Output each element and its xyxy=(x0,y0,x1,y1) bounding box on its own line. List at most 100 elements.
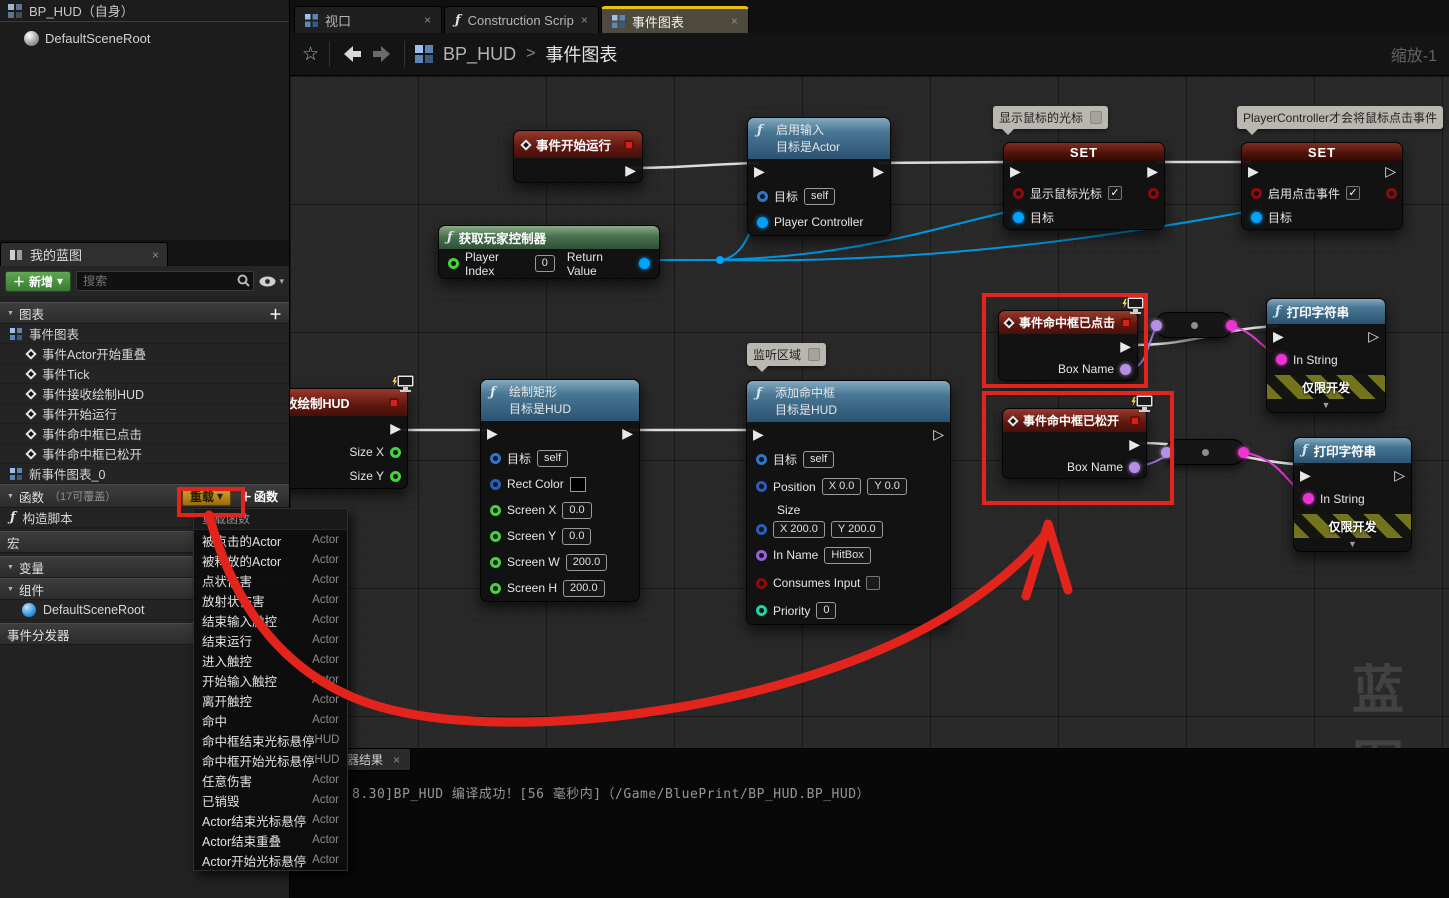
menu-item[interactable]: 被释放的ActorActor xyxy=(194,550,347,570)
menu-item[interactable]: 进入触控Actor xyxy=(194,650,347,670)
target-pin[interactable] xyxy=(1251,212,1262,223)
in-string-pin[interactable] xyxy=(1276,354,1287,365)
screen-x-value[interactable]: 0.0 xyxy=(562,502,591,519)
size-x-pin[interactable] xyxy=(390,447,401,458)
menu-item[interactable]: 命中框结束光标悬停HUD xyxy=(194,730,347,750)
return-value-pin[interactable] xyxy=(639,258,650,269)
exec-in-pin[interactable]: ▶ xyxy=(753,427,764,441)
comment-pin-icon[interactable] xyxy=(1090,111,1102,124)
close-icon[interactable]: × xyxy=(731,14,738,28)
tab-construction-script[interactable]: ƒ Construction Scrip × xyxy=(444,6,599,33)
exec-out-pin[interactable]: ▷ xyxy=(1368,329,1379,343)
expand-arrow-icon[interactable]: ▼ xyxy=(1267,399,1385,412)
exec-in-pin[interactable]: ▶ xyxy=(1010,164,1021,178)
exec-out-pin[interactable]: ▶ xyxy=(1129,437,1140,451)
target-pin[interactable] xyxy=(757,191,768,202)
screen-h-pin[interactable] xyxy=(490,583,501,594)
tab-event-graph[interactable]: 事件图表 × xyxy=(601,6,749,33)
exec-in-pin[interactable]: ▶ xyxy=(487,426,498,440)
target-pin[interactable] xyxy=(1013,212,1024,223)
close-icon[interactable]: × xyxy=(393,753,400,767)
node-print-string-1[interactable]: ƒ 打印字符串 ▶ ▷ In String 仅限开发 ▼ xyxy=(1266,298,1386,413)
node-event-hit-box-click[interactable]: 事件命中框已点击 ▶ Box Name xyxy=(998,310,1138,381)
menu-item[interactable]: 放射状伤害Actor xyxy=(194,590,347,610)
target-pin[interactable] xyxy=(490,453,501,464)
string-out-pin[interactable] xyxy=(1226,320,1237,331)
close-icon[interactable]: × xyxy=(424,13,431,27)
size-x-value[interactable]: X 200.0 xyxy=(773,521,825,538)
tree-event-item[interactable]: 事件开始运行 xyxy=(0,404,289,424)
node-event-begin-play[interactable]: 事件开始运行 ▶ xyxy=(513,130,643,183)
exec-out-pin[interactable]: ▷ xyxy=(1394,468,1405,482)
tree-new-graph[interactable]: 新事件图表_0 xyxy=(0,464,289,484)
screen-w-value[interactable]: 200.0 xyxy=(566,554,608,571)
event-graph-canvas[interactable]: 蓝图 显示鼠标的光标 PlayerController才会将鼠标点击事件 监听区… xyxy=(290,76,1449,898)
priority-value[interactable]: 0 xyxy=(816,602,836,619)
exec-out-pin[interactable]: ▷ xyxy=(1385,164,1396,178)
screen-h-value[interactable]: 200.0 xyxy=(563,580,605,597)
node-name-to-string[interactable] xyxy=(1155,312,1233,338)
color-swatch[interactable] xyxy=(570,477,586,492)
add-new-button[interactable]: ＋ 新增 ▾ xyxy=(5,271,71,292)
expand-arrow-icon[interactable]: ▼ xyxy=(1294,538,1411,551)
node-add-hit-box[interactable]: ƒ 添加命中框 目标是HUD ▶ ▷ 目标self PositionX 0.0Y… xyxy=(746,380,951,625)
exec-out-pin[interactable]: ▶ xyxy=(625,163,636,177)
node-get-player-controller[interactable]: ƒ 获取玩家控制器 Player Index 0 Return Value xyxy=(438,225,660,279)
menu-item[interactable]: 结束输入触控Actor xyxy=(194,610,347,630)
name-in-pin[interactable] xyxy=(1161,447,1172,458)
search-input[interactable] xyxy=(76,271,254,291)
menu-item[interactable]: 结束运行Actor xyxy=(194,630,347,650)
exec-out-pin[interactable]: ▶ xyxy=(390,421,401,435)
tree-event-graph[interactable]: 事件图表 xyxy=(0,324,289,344)
in-string-pin[interactable] xyxy=(1303,493,1314,504)
node-set-show-cursor[interactable]: SET ▶ ▶ 显示鼠标光标 ✓ 目标 xyxy=(1003,142,1165,230)
exec-out-pin[interactable]: ▶ xyxy=(1147,164,1158,178)
menu-item[interactable]: Actor结束重叠Actor xyxy=(194,830,347,850)
exec-in-pin[interactable]: ▶ xyxy=(1300,468,1311,482)
exec-in-pin[interactable]: ▶ xyxy=(1248,164,1259,178)
size-y-pin[interactable] xyxy=(390,471,401,482)
breadcrumb-asset[interactable]: BP_HUD xyxy=(443,44,516,65)
node-print-string-2[interactable]: ƒ 打印字符串 ▶ ▷ In String 仅限开发 ▼ xyxy=(1293,437,1412,552)
exec-out-pin[interactable]: ▶ xyxy=(622,426,633,440)
player-index-value[interactable]: 0 xyxy=(535,255,555,272)
scene-root-item[interactable]: DefaultSceneRoot xyxy=(0,27,289,49)
rect-color-pin[interactable] xyxy=(490,479,501,490)
consumes-input-pin[interactable] xyxy=(756,578,767,589)
comment-pin-icon[interactable] xyxy=(808,348,820,361)
bool-in-pin[interactable] xyxy=(1251,188,1262,199)
screen-x-pin[interactable] xyxy=(490,505,501,516)
exec-in-pin[interactable]: ▶ xyxy=(1273,329,1284,343)
close-icon[interactable]: × xyxy=(581,13,588,27)
position-y-value[interactable]: Y 0.0 xyxy=(867,478,907,495)
checkbox-unchecked[interactable] xyxy=(866,576,880,590)
tree-event-item[interactable]: 事件命中框已松开 xyxy=(0,444,289,464)
comment-bubble[interactable]: 监听区域 xyxy=(747,343,826,366)
target-value[interactable]: self xyxy=(804,188,835,205)
screen-w-pin[interactable] xyxy=(490,557,501,568)
position-x-value[interactable]: X 0.0 xyxy=(822,478,862,495)
close-icon[interactable]: × xyxy=(152,248,159,262)
override-button[interactable]: 重载 ▾ xyxy=(182,487,231,506)
tree-event-item[interactable]: 事件接收绘制HUD xyxy=(0,384,289,404)
tree-event-item[interactable]: 事件Tick xyxy=(0,364,289,384)
comment-bubble[interactable]: PlayerController才会将鼠标点击事件 xyxy=(1237,106,1443,129)
bool-out-pin[interactable] xyxy=(1386,188,1397,199)
menu-item[interactable]: 已销毁Actor xyxy=(194,790,347,810)
menu-item[interactable]: 命中Actor xyxy=(194,710,347,730)
tree-event-item[interactable]: 事件Actor开始重叠 xyxy=(0,344,289,364)
comment-bubble[interactable]: 显示鼠标的光标 xyxy=(993,106,1108,129)
string-out-pin[interactable] xyxy=(1238,447,1249,458)
exec-out-pin[interactable]: ▷ xyxy=(933,427,944,441)
node-draw-rect[interactable]: ƒ 绘制矩形 目标是HUD ▶ ▶ 目标self Rect Color Scre… xyxy=(480,379,640,602)
section-functions[interactable]: ▼ 函数 （17可覆盖） 重载 ▾ ＋ 函数 xyxy=(0,484,289,508)
target-value[interactable]: self xyxy=(803,451,834,468)
tree-event-item[interactable]: 事件命中框已点击 xyxy=(0,424,289,444)
menu-item[interactable]: Actor结束光标悬停Actor xyxy=(194,810,347,830)
player-controller-pin[interactable] xyxy=(757,217,768,228)
favorite-star-icon[interactable]: ☆ xyxy=(302,43,319,66)
menu-item[interactable]: 开始输入触控Actor xyxy=(194,670,347,690)
player-index-pin[interactable] xyxy=(448,258,459,269)
exec-in-pin[interactable]: ▶ xyxy=(754,164,765,178)
forward-button[interactable] xyxy=(372,45,394,63)
